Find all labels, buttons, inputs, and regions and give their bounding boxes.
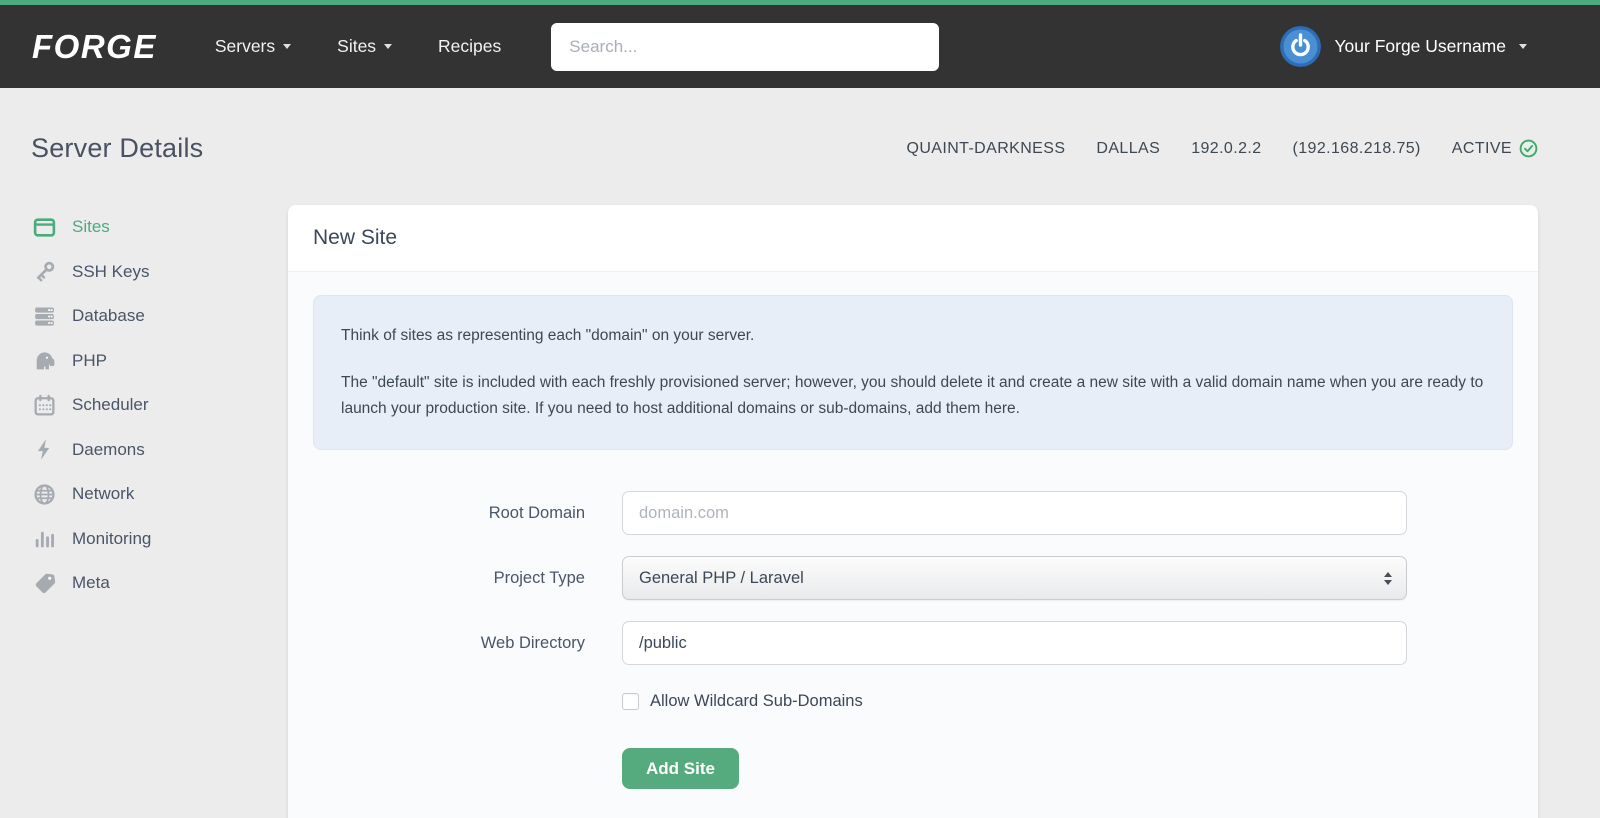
navbar: FORGE Servers Sites Recipes Your Forge U… xyxy=(0,5,1600,88)
bar-chart-icon xyxy=(31,526,58,551)
nav-item-label: Recipes xyxy=(438,36,502,56)
select-arrows-icon xyxy=(1384,571,1392,585)
page-content: Server Details QUAINT-DARKNESS DALLAS 19… xyxy=(0,133,1600,818)
sidebar-item-network[interactable]: Network xyxy=(31,472,288,517)
nav-item-label: Sites xyxy=(337,36,377,56)
chevron-down-icon xyxy=(283,44,292,49)
bolt-icon xyxy=(31,437,58,462)
sidebar-item-ssh-keys[interactable]: SSH Keys xyxy=(31,250,288,295)
window-icon xyxy=(31,215,58,240)
sidebar-item-meta[interactable]: Meta xyxy=(31,561,288,606)
server-meta: QUAINT-DARKNESS DALLAS 192.0.2.2 (192.16… xyxy=(906,139,1538,158)
root-domain-input[interactable] xyxy=(622,491,1407,536)
add-site-button[interactable]: Add Site xyxy=(622,748,739,790)
nav-item-recipes[interactable]: Recipes xyxy=(438,36,501,57)
chevron-down-icon xyxy=(384,44,393,49)
sidebar-item-php[interactable]: PHP xyxy=(31,339,288,384)
sidebar-item-label: PHP xyxy=(72,350,107,370)
page-head: Server Details QUAINT-DARKNESS DALLAS 19… xyxy=(31,133,1538,164)
root-domain-label: Root Domain xyxy=(488,503,585,522)
sidebar-item-label: Sites xyxy=(72,217,110,237)
nav-menu: Servers Sites Recipes xyxy=(215,36,501,57)
check-circle-icon xyxy=(1519,139,1538,158)
alert-paragraph: Think of sites as representing each "dom… xyxy=(341,327,755,344)
new-site-card: New Site Think of sites as representing … xyxy=(288,205,1538,818)
server-name: QUAINT-DARKNESS xyxy=(906,139,1066,157)
elephant-icon xyxy=(31,348,58,373)
server-private-ip: (192.168.218.75) xyxy=(1292,139,1421,157)
sidebar-item-label: Database xyxy=(72,306,145,326)
sidebar-item-monitoring[interactable]: Monitoring xyxy=(31,517,288,562)
status-label: ACTIVE xyxy=(1451,139,1512,157)
project-type-value: General PHP / Laravel xyxy=(639,568,804,587)
nav-item-servers[interactable]: Servers xyxy=(214,36,292,57)
sidebar-item-scheduler[interactable]: Scheduler xyxy=(31,383,288,428)
sidebar-item-database[interactable]: Database xyxy=(31,294,288,339)
sidebar-item-daemons[interactable]: Daemons xyxy=(31,428,288,473)
web-directory-label: Web Directory xyxy=(480,633,585,652)
globe-icon xyxy=(31,482,58,507)
wildcard-checkbox[interactable] xyxy=(622,693,639,711)
tag-icon xyxy=(31,571,58,596)
sidebar-item-label: Daemons xyxy=(72,439,145,459)
database-icon xyxy=(31,304,58,329)
user-menu[interactable]: Your Forge Username xyxy=(1280,26,1527,67)
calendar-icon xyxy=(31,393,58,418)
sidebar-item-label: Monitoring xyxy=(72,528,152,548)
nav-item-sites[interactable]: Sites xyxy=(337,36,393,57)
web-directory-input[interactable] xyxy=(622,621,1407,666)
power-avatar-icon xyxy=(1280,26,1322,67)
page-title: Server Details xyxy=(31,133,204,163)
sidebar-item-label: Scheduler xyxy=(72,395,149,415)
sidebar-item-label: Network xyxy=(72,484,135,504)
sidebar-item-label: SSH Keys xyxy=(72,261,150,281)
info-alert: Think of sites as representing each "dom… xyxy=(313,295,1513,451)
username-label: Your Forge Username xyxy=(1334,36,1506,56)
key-icon xyxy=(31,259,58,284)
card-title: New Site xyxy=(288,205,1538,272)
sidebar-item-label: Meta xyxy=(72,573,110,593)
alert-paragraph: The "default" site is included with each… xyxy=(341,374,1484,418)
new-site-form: Root Domain Project Type General PHP / L… xyxy=(313,491,1513,790)
nav-item-label: Servers xyxy=(214,36,276,56)
server-status: ACTIVE xyxy=(1452,139,1538,158)
server-sidebar: Sites SSH Keys Database PHP Scheduler Da… xyxy=(31,205,288,606)
wildcard-checkbox-label: Allow Wildcard Sub-Domains xyxy=(650,692,863,711)
project-type-label: Project Type xyxy=(493,568,585,587)
search-input[interactable] xyxy=(551,22,940,71)
chevron-down-icon xyxy=(1519,44,1527,49)
project-type-select[interactable]: General PHP / Laravel xyxy=(622,556,1407,601)
server-region: DALLAS xyxy=(1096,139,1161,157)
forge-logo[interactable]: FORGE xyxy=(32,28,157,66)
sidebar-item-sites[interactable]: Sites xyxy=(31,205,288,250)
server-ip: 192.0.2.2 xyxy=(1191,139,1262,157)
